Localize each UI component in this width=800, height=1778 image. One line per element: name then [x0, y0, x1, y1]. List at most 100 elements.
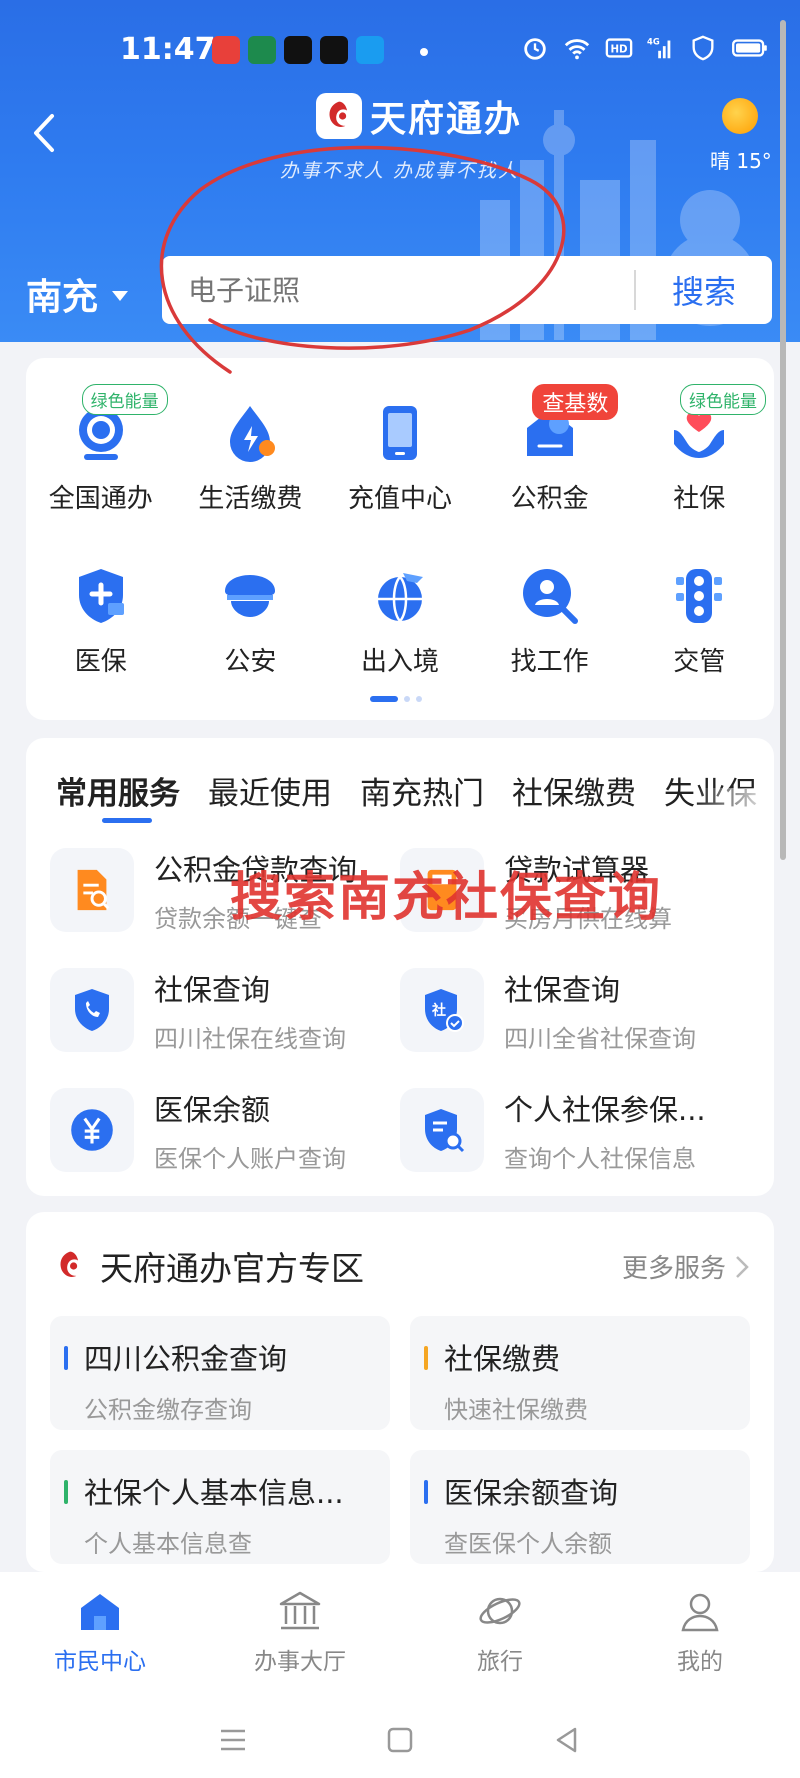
city-selector[interactable]: 南充	[26, 268, 129, 320]
page-dot-active	[370, 696, 398, 702]
grid-item-recharge[interactable]: 充值中心	[325, 384, 475, 515]
tianfu-logo-icon	[316, 93, 362, 139]
grid-item-social-security[interactable]: 绿色能量 社保	[624, 384, 774, 515]
zone-item[interactable]: 社保缴费 快速社保缴费	[410, 1316, 750, 1430]
zone-item[interactable]: 四川公积金查询 公积金缴存查询	[50, 1316, 390, 1430]
caret-down-icon	[112, 291, 129, 301]
grid-label: 交管	[673, 647, 726, 677]
zone-header: 天府通办官方专区	[52, 1242, 364, 1290]
grid-label: 全国通办	[48, 484, 153, 514]
recharge-phone-icon	[382, 406, 417, 460]
hall-icon	[279, 1591, 321, 1630]
search-button[interactable]: 搜索	[636, 267, 772, 313]
grid-item-traffic[interactable]: 交管	[624, 547, 774, 678]
page-dot	[416, 696, 422, 702]
page-indicator	[370, 696, 422, 702]
service-subtitle: 医保个人账户查询	[154, 1144, 346, 1173]
zone-list: 四川公积金查询 公积金缴存查询 社保缴费 快速社保缴费 社保个人基本信息... …	[50, 1316, 750, 1564]
grid-badge: 绿色能量	[81, 384, 168, 415]
tab-common[interactable]: 常用服务	[56, 768, 180, 828]
service-subtitle: 四川社保在线查询	[154, 1024, 346, 1053]
grid-item-job[interactable]: 找工作	[475, 547, 625, 678]
service-item[interactable]: 公积金贷款查询 贷款余额一键查	[50, 848, 400, 933]
shield-status-icon	[692, 35, 714, 61]
service-item[interactable]: 贷款试算器 买房月供在线算	[400, 848, 750, 933]
nav-service-hall[interactable]: 办事大厅	[200, 1588, 400, 1676]
chevron-right-icon	[736, 1255, 749, 1278]
more-services-link[interactable]: 更多服务	[622, 1248, 750, 1285]
zone-item[interactable]: 医保余额查询 查医保个人余额	[410, 1450, 750, 1564]
bottom-navigation: 市民中心 办事大厅 旅行 我的	[0, 1572, 800, 1778]
header: 11:47 HD 4G 天府通办 办事不求人 办成事不找人 晴 15° 南充 搜…	[0, 0, 800, 342]
nav-citizen-center[interactable]: 市民中心	[0, 1588, 200, 1676]
grid-item-immigration[interactable]: 出入境	[325, 547, 475, 678]
service-item[interactable]: 社 社保查询四川全省社保查询	[400, 968, 750, 1053]
service-list: 公积金贷款查询 贷款余额一键查 贷款试算器 买房月供在线算 社保查询 四川社保在线查询…	[50, 848, 750, 1173]
grid-label: 公安	[224, 647, 277, 677]
zone-item[interactable]: 社保个人基本信息... 个人基本信息查	[50, 1450, 390, 1564]
loan-doc-icon	[50, 848, 134, 932]
utility-payment-icon	[230, 406, 276, 462]
hd-icon: HD	[605, 38, 633, 58]
zone-item-accent	[64, 1346, 68, 1370]
wifi-icon	[564, 39, 590, 60]
shield-check-icon: 社	[400, 968, 484, 1052]
status-icons: HD 4G	[520, 34, 770, 62]
yuan-icon	[50, 1088, 134, 1172]
service-tabs: 常用服务 最近使用 南充热门 社保缴费 失业保	[56, 768, 774, 828]
service-item[interactable]: 医保余额 医保个人账户查询	[50, 1088, 400, 1173]
immigration-icon	[377, 573, 423, 622]
tabs-fade	[694, 788, 774, 828]
service-title: 贷款试算器	[504, 852, 650, 887]
zone-item-accent	[64, 1480, 68, 1504]
service-title: 个人社保参保...	[504, 1092, 706, 1127]
page-dot	[404, 696, 410, 702]
job-search-icon	[522, 569, 578, 624]
grid-item-police[interactable]: 公安	[176, 547, 326, 678]
tianfu-logo-icon	[60, 1251, 79, 1277]
grid-item-utility[interactable]: 生活缴费	[176, 384, 326, 515]
service-title: 社保查询	[504, 972, 621, 1007]
shield-phone-icon	[50, 968, 134, 1052]
tab-bar: 市民中心 办事大厅 旅行 我的	[0, 1588, 800, 1676]
grid-label: 医保	[74, 647, 127, 677]
menu-icon[interactable]	[215, 1722, 251, 1758]
grid-label: 找工作	[510, 647, 589, 677]
zone-item-title: 社保缴费	[444, 1342, 561, 1376]
grid-item-medical[interactable]: 医保	[26, 547, 176, 678]
zone-title: 天府通办官方专区	[100, 1249, 364, 1288]
service-item[interactable]: 个人社保参保... 查询个人社保信息	[400, 1088, 750, 1173]
service-subtitle: 四川全省社保查询	[504, 1024, 696, 1053]
service-title: 公积金贷款查询	[154, 852, 358, 887]
home-square-icon[interactable]	[382, 1722, 418, 1758]
tab-nanchong-hot[interactable]: 南充热门	[360, 768, 484, 828]
nav-profile[interactable]: 我的	[600, 1588, 800, 1676]
capcut-notification-icon	[284, 36, 312, 64]
back-arrow-icon[interactable]	[24, 108, 64, 158]
grid-label: 社保	[673, 484, 726, 514]
home-icon	[81, 1594, 119, 1630]
grid-label: 生活缴费	[198, 484, 303, 514]
search-input[interactable]	[162, 273, 634, 307]
search-bar[interactable]: 搜索	[162, 256, 772, 324]
tab-social-payment[interactable]: 社保缴费	[512, 768, 636, 828]
grid-label: 充值中心	[347, 484, 452, 514]
zone-item-title: 四川公积金查询	[84, 1342, 288, 1376]
browser-notification-icon	[356, 36, 384, 64]
oppo-notification-icon	[248, 36, 276, 64]
zone-item-subtitle: 查医保个人余额	[444, 1530, 612, 1558]
grid-item-housing-fund[interactable]: 查基数 公积金	[475, 384, 625, 515]
zone-item-subtitle: 个人基本信息查	[84, 1530, 252, 1558]
back-triangle-icon[interactable]	[549, 1722, 585, 1758]
service-item[interactable]: 社保查询 四川社保在线查询	[50, 968, 400, 1053]
tab-recent[interactable]: 最近使用	[208, 768, 332, 828]
svg-text:4G: 4G	[647, 36, 660, 46]
svg-text:社: 社	[431, 1002, 446, 1019]
sun-icon	[722, 98, 758, 134]
nav-label: 我的	[677, 1649, 723, 1675]
grid-item-national[interactable]: 绿色能量 全国通办	[26, 384, 176, 515]
status-time: 11:47	[120, 32, 216, 67]
scrollbar[interactable]	[780, 20, 786, 860]
nav-travel[interactable]: 旅行	[400, 1588, 600, 1676]
nav-label: 旅行	[477, 1649, 523, 1675]
